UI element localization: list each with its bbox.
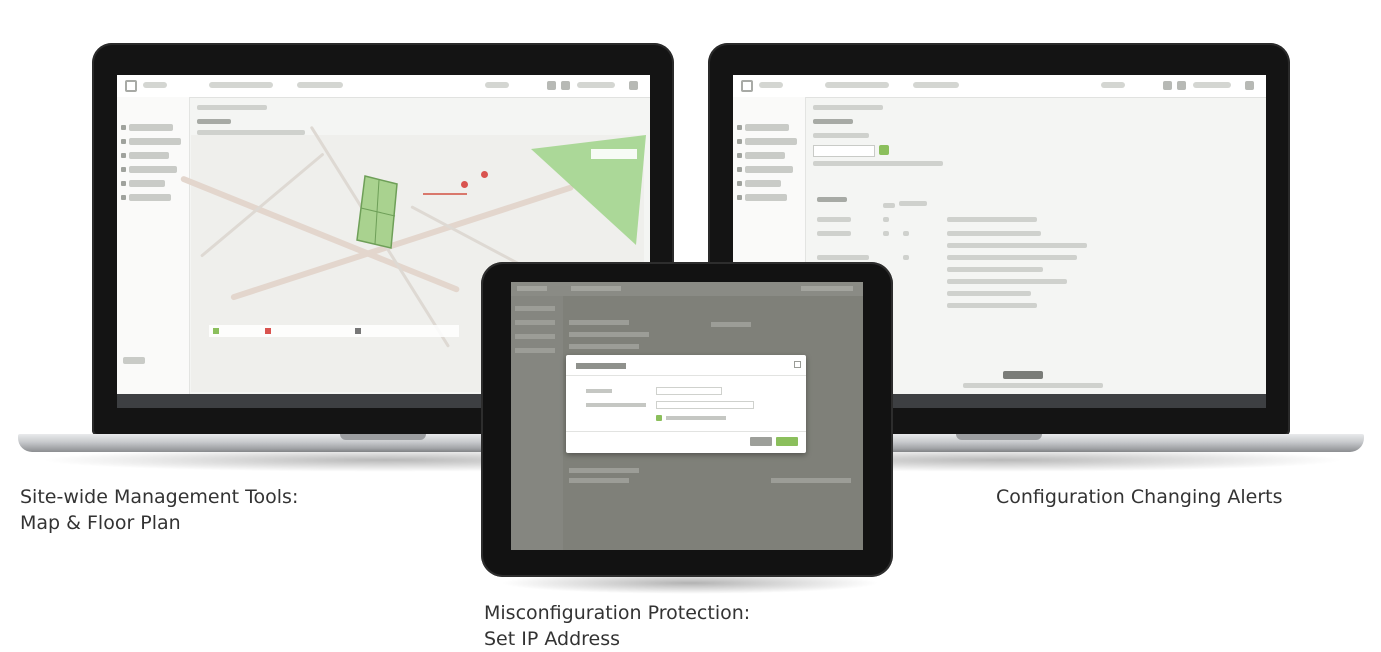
ip-address-label — [586, 403, 646, 407]
logo-icon — [741, 80, 753, 92]
settings-icon[interactable] — [1177, 81, 1186, 90]
caption-site-wide-tools: Site-wide Management Tools: Map & Floor … — [20, 484, 298, 536]
center-tablet — [481, 262, 893, 577]
breadcrumb — [813, 105, 883, 110]
notification-icon[interactable] — [547, 81, 556, 90]
table-header — [817, 197, 847, 202]
floor-plan-building[interactable] — [351, 170, 411, 252]
alert-option[interactable] — [947, 279, 1067, 284]
top-navigation-bar — [117, 75, 650, 98]
help-icon[interactable] — [1245, 81, 1254, 90]
alert-option[interactable] — [947, 255, 1077, 260]
close-icon[interactable] — [794, 361, 801, 368]
device-pin-icon[interactable] — [461, 181, 468, 188]
alert-option[interactable] — [947, 291, 1031, 296]
caption-misconfiguration: Misconfiguration Protection: Set IP Addr… — [484, 600, 750, 652]
logo-icon — [125, 80, 137, 92]
checkbox[interactable] — [656, 415, 662, 421]
org-selector[interactable] — [825, 82, 889, 88]
table-row — [817, 231, 851, 236]
device-pin-icon[interactable] — [481, 171, 488, 178]
page-title — [813, 119, 853, 124]
tablet-screen — [511, 282, 863, 550]
user-menu[interactable] — [1193, 82, 1231, 88]
sidebar-item[interactable] — [745, 194, 787, 201]
sidebar-item[interactable] — [745, 166, 793, 173]
alert-option[interactable] — [947, 303, 1037, 308]
sidebar-item[interactable] — [129, 124, 173, 131]
sidebar-item[interactable] — [129, 166, 177, 173]
ip-mode-select[interactable] — [656, 387, 722, 395]
sidebar — [117, 97, 190, 394]
alert-option[interactable] — [947, 231, 1041, 236]
park-area — [531, 135, 646, 245]
ip-address-input[interactable] — [656, 401, 754, 409]
cancel-button[interactable] — [750, 437, 772, 446]
ip-mode-label — [586, 389, 612, 393]
caption-center-line1: Misconfiguration Protection: — [484, 602, 751, 624]
alert-option[interactable] — [947, 217, 1037, 222]
caption-config-alerts: Configuration Changing Alerts — [996, 486, 1283, 508]
breadcrumb — [197, 105, 267, 110]
alert-filter-dropdown[interactable] — [813, 145, 875, 157]
alert-option[interactable] — [947, 243, 1087, 248]
user-menu[interactable] — [577, 82, 615, 88]
sidebar-item[interactable] — [745, 124, 789, 131]
caption-left-line1: Site-wide Management Tools: — [20, 486, 299, 508]
site-selector[interactable] — [913, 82, 959, 88]
notification-icon[interactable] — [1163, 81, 1172, 90]
table-row — [817, 217, 851, 222]
dialog-title — [576, 363, 626, 369]
apply-button[interactable] — [776, 437, 798, 446]
sidebar-item[interactable] — [129, 138, 181, 145]
sidebar-item[interactable] — [129, 152, 169, 159]
set-ip-address-dialog — [566, 355, 806, 453]
sidebar-item[interactable] — [745, 138, 797, 145]
sidebar-item[interactable] — [123, 357, 145, 364]
alert-toggle[interactable] — [879, 145, 889, 155]
sidebar-item[interactable] — [745, 180, 781, 187]
site-selector[interactable] — [297, 82, 343, 88]
page-title — [197, 119, 231, 124]
caption-center-line2: Set IP Address — [484, 628, 621, 650]
top-navigation-bar — [733, 75, 1266, 98]
table-row — [817, 255, 869, 260]
sidebar-item[interactable] — [129, 194, 171, 201]
alert-section-title — [813, 133, 869, 138]
sidebar-item[interactable] — [129, 180, 165, 187]
caption-left-line2: Map & Floor Plan — [20, 512, 181, 534]
org-selector[interactable] — [209, 82, 273, 88]
alert-option[interactable] — [947, 267, 1043, 272]
help-icon[interactable] — [629, 81, 638, 90]
settings-icon[interactable] — [561, 81, 570, 90]
sidebar-item[interactable] — [745, 152, 785, 159]
save-button[interactable] — [1003, 371, 1043, 379]
map-legend — [209, 325, 459, 337]
